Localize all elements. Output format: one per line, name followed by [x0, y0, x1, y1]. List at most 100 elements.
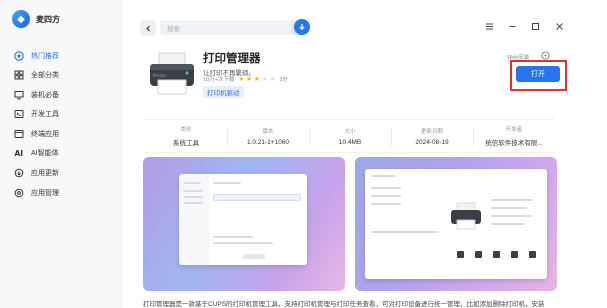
- code-icon: [14, 109, 24, 119]
- star-empty-icon: ★: [261, 76, 268, 83]
- sidebar-item-ai-agents[interactable]: AI AI智能体: [8, 144, 114, 163]
- screenshot-tool-icon: [457, 251, 464, 258]
- screenshot-tool-icon: [511, 251, 518, 258]
- sidebar-item-essentials[interactable]: 装机必备: [8, 85, 114, 104]
- close-button[interactable]: [553, 20, 565, 32]
- sidebar-item-dev-tools[interactable]: 开发工具: [8, 105, 114, 124]
- category-tag[interactable]: 打印机驱动: [203, 86, 244, 98]
- sidebar-item-label: 开发工具: [31, 111, 59, 119]
- info-value: 统信软件技术有限...: [485, 140, 543, 147]
- sidebar-nav: 热门推荐 全部分类 装机必备 开发工具 终端应用 AI AI智能体 应用更新 应…: [8, 46, 114, 203]
- download-arrow-icon: [299, 24, 305, 31]
- info-value: 2024-08-19: [415, 138, 449, 146]
- sidebar-item-terminal-apps[interactable]: 终端应用: [8, 124, 114, 143]
- menu-icon: [485, 23, 493, 29]
- gear-icon: [14, 188, 24, 198]
- screenshot-printer-icon: [448, 201, 484, 231]
- info-value: 1.0.21-1+1060: [246, 138, 290, 146]
- minimize-button[interactable]: [506, 20, 518, 32]
- screenshot-text-line: [183, 182, 201, 184]
- sidebar-item-label: 全部分类: [31, 72, 59, 80]
- top-bar: 搜索: [122, 0, 607, 40]
- star-icon: ★: [254, 76, 260, 83]
- screenshot-text-line: [491, 223, 525, 225]
- info-category: 类别 系统工具: [145, 120, 227, 152]
- screenshot-tool-icon: [529, 251, 536, 258]
- app-title: 打印管理器: [203, 53, 261, 65]
- brand-name: 麦四方: [36, 14, 60, 24]
- screenshot-text-line: [371, 187, 401, 189]
- screenshot-text-line: [371, 203, 401, 205]
- terminal-icon: [14, 129, 24, 139]
- info-label: 版本: [262, 128, 274, 135]
- app-store-logo-icon: ◆: [12, 10, 30, 28]
- screenshot-tool-icon: [475, 251, 482, 258]
- info-version: 版本 1.0.21-1+1060: [227, 120, 309, 152]
- info-value: 系统工具: [173, 140, 199, 147]
- screenshot-selected-row: [213, 194, 301, 201]
- info-value: 10.4MB: [338, 138, 362, 146]
- screenshot-window: [365, 169, 547, 279]
- sidebar-item-all-categories[interactable]: 全部分类: [8, 66, 114, 85]
- app-rating: 10万+次下载 ★ ★ ★ ★ ★ 3分: [203, 75, 288, 83]
- screenshot-text-line: [491, 215, 531, 217]
- star-empty-icon: ★: [269, 76, 276, 83]
- share-icon[interactable]: [541, 51, 550, 60]
- ai-icon: AI: [14, 148, 24, 158]
- sidebar-item-label: 终端应用: [31, 130, 59, 138]
- chevron-left-icon: [145, 25, 150, 31]
- info-label: 开发者: [505, 127, 523, 133]
- sidebar-item-label: 应用管理: [31, 189, 59, 197]
- screenshot-window: [179, 174, 307, 265]
- screenshot-tool-icon: [493, 251, 500, 258]
- star-icon: ★: [238, 76, 245, 83]
- close-icon: [555, 22, 563, 30]
- star-badge-icon: [14, 50, 24, 61]
- screenshot-text-line: [183, 202, 203, 204]
- app-info-bar: 类别 系统工具 版本 1.0.21-1+1060 大小 10.4MB 更新日期 …: [145, 119, 555, 153]
- refresh-icon: [14, 168, 24, 178]
- open-button[interactable]: 打开: [516, 66, 560, 82]
- screenshot-text-line: [371, 231, 439, 233]
- brand: ◆ 麦四方: [12, 10, 60, 28]
- svg-text:Printer: Printer: [153, 73, 167, 78]
- screenshot-button: [243, 254, 265, 259]
- app-screenshot-1[interactable]: [143, 157, 345, 291]
- grid-icon: [14, 70, 24, 80]
- svg-text:AI: AI: [15, 149, 24, 158]
- monitor-icon: [14, 90, 24, 100]
- printer-app-icon: Printer: [145, 50, 199, 98]
- sidebar-item-label: 装机必备: [31, 91, 59, 99]
- info-developer: 开发者 统信软件技术有限...: [473, 120, 555, 152]
- rating-stars: ★ ★ ★ ★ ★: [238, 75, 275, 83]
- sidebar-item-label: 应用更新: [31, 170, 59, 178]
- screenshot-text-line: [183, 196, 203, 198]
- app-long-description: 打印管理器是一款基于CUPS的打印机管理工具，支持打印机管理与打印任务查看，可对…: [143, 301, 545, 308]
- sidebar-item-hot[interactable]: 热门推荐: [8, 46, 114, 65]
- screenshot-text-line: [371, 195, 401, 197]
- rating-score: 3分: [279, 77, 289, 83]
- info-label: 大小: [344, 128, 356, 135]
- sidebar-item-app-updates[interactable]: 应用更新: [8, 164, 114, 183]
- info-size: 大小 10.4MB: [309, 120, 391, 152]
- screenshot-text-line: [371, 175, 395, 177]
- screenshot-text-line: [183, 190, 203, 192]
- screenshot-text-line: [213, 236, 253, 238]
- screenshot-sidebar: [179, 174, 209, 265]
- screenshot-text-line: [491, 199, 533, 201]
- back-button[interactable]: [140, 20, 156, 36]
- search-box[interactable]: 搜索: [160, 20, 306, 35]
- app-screenshot-2[interactable]: [355, 157, 557, 291]
- menu-button[interactable]: [483, 20, 495, 32]
- sidebar: ◆ 麦四方 热门推荐 全部分类 装机必备 开发工具 终端应用 AI AI智能体 …: [0, 0, 122, 308]
- install-count: 10万+次下载: [203, 77, 235, 83]
- maximize-icon: [531, 22, 539, 30]
- info-label: 类别: [180, 127, 192, 133]
- screenshot-text-line: [213, 182, 241, 184]
- minimize-icon: [509, 25, 515, 27]
- search-input[interactable]: 搜索: [167, 23, 291, 33]
- sidebar-item-app-management[interactable]: 应用管理: [8, 183, 114, 202]
- screenshot-text-line: [213, 242, 273, 244]
- download-manager-button[interactable]: [294, 19, 310, 35]
- maximize-button[interactable]: [529, 20, 541, 32]
